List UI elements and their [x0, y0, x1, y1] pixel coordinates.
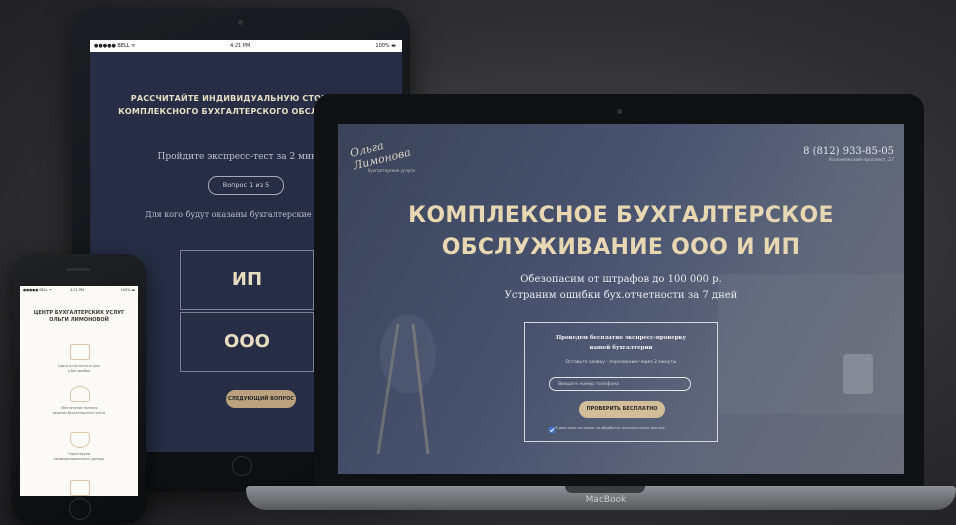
- option-ooo-button[interactable]: ООО: [180, 312, 314, 372]
- form-title: Проведем бесплатно экспресс-проверку ваш…: [525, 333, 717, 353]
- feature-caption: Сдача отчетности в срок и без ошибок: [26, 364, 132, 374]
- title-line: КОМПЛЕКСНОЕ БУХГАЛТЕРСКОЕ: [408, 203, 834, 228]
- form-title-line: Проведем бесплатно экспресс-проверку: [555, 335, 687, 341]
- calendar-icon: [70, 344, 90, 360]
- tablet-status-bar: ●●●●● BELL ᯤ 4:21 PM 100% ▬: [90, 40, 402, 52]
- header-address: Коломяжский проспект, 27: [829, 158, 894, 163]
- laptop-notch: [565, 486, 645, 493]
- offer-line: Устраним ошибки бух.отчетности за 7 дней: [504, 290, 738, 301]
- check-free-button[interactable]: ПРОВЕРИТЬ БЕСПЛАТНО: [579, 401, 665, 418]
- macbook-label: MacBook: [585, 495, 627, 505]
- lead-form: Проведем бесплатно экспресс-проверку ваш…: [524, 322, 718, 442]
- checkbox-icon: [70, 480, 90, 496]
- caption-line: ведения бухгалтерского учета: [52, 411, 106, 415]
- title-line: ОБСЛУЖИВАНИЕ ООО И ИП: [441, 235, 801, 260]
- form-title-line: вашей бухгалтерии: [589, 345, 653, 351]
- status-battery: 100% ▬: [375, 43, 396, 49]
- phone-home-button: [69, 498, 91, 520]
- caption-line: конфиденциальность данных: [53, 457, 105, 461]
- phone-page-title: ЦЕНТР БУХГАЛТЕРСКИХ УСЛУГ ОЛЬГИ ЛИМОНОВО…: [20, 310, 138, 324]
- question-step-badge: Вопрос 1 из 5: [208, 176, 284, 195]
- header-phone[interactable]: 8 (812) 933-85-05: [803, 146, 894, 157]
- phone-input[interactable]: Введите номер телефона: [549, 377, 691, 391]
- phone-screen: ●●●●● BELL ᯤ 4:21 PM 100% ▬ ЦЕНТР БУХГАЛ…: [20, 286, 138, 496]
- tablet-camera: [238, 20, 243, 25]
- form-note: Оставьте заявку - перезвоним через 2 мин…: [565, 360, 677, 365]
- option-ip-button[interactable]: ИП: [180, 250, 314, 310]
- feature-caption: Гарантируем конфиденциальность данных: [26, 452, 132, 462]
- phone-speaker: [66, 268, 90, 271]
- tablet-home-button: [232, 456, 252, 476]
- feature-caption: Обеспечение полного ведения бухгалтерско…: [26, 406, 132, 416]
- laptop-screen: Ольга Лимонова бухгалтерские услуги 8 (8…: [338, 124, 904, 474]
- status-time: 4:21 PM: [70, 288, 85, 292]
- status-carrier: ●●●●● BELL ᯤ: [23, 288, 53, 292]
- offer-line: Обезопасим от штрафов до 100 000 р.: [520, 274, 722, 285]
- phone-status-bar: ●●●●● BELL ᯤ 4:21 PM 100% ▬: [20, 286, 138, 294]
- caption-line: и без ошибок: [67, 369, 91, 373]
- status-battery: 100% ▬: [120, 288, 135, 292]
- title-line: ЦЕНТР БУХГАЛТЕРСКИХ УСЛУГ: [33, 310, 125, 316]
- consent-text: Я даю свое согласие на обработку персона…: [555, 426, 665, 430]
- shield-icon: [70, 432, 90, 448]
- status-time: 4:21 PM: [230, 43, 251, 49]
- status-carrier: ●●●●● BELL ᯤ: [94, 43, 136, 49]
- title-line: ОЛЬГИ ЛИМОНОВОЙ: [49, 317, 109, 323]
- brand-logo-subtitle: бухгалтерские услуги: [368, 168, 415, 173]
- person-icon: [70, 386, 90, 402]
- laptop-camera: [617, 109, 622, 114]
- page-title: КОМПЛЕКСНОЕ БУХГАЛТЕРСКОЕ ОБСЛУЖИВАНИЕ О…: [338, 200, 904, 264]
- next-question-button[interactable]: СЛЕДУЮЩИЙ ВОПРОС: [226, 390, 296, 408]
